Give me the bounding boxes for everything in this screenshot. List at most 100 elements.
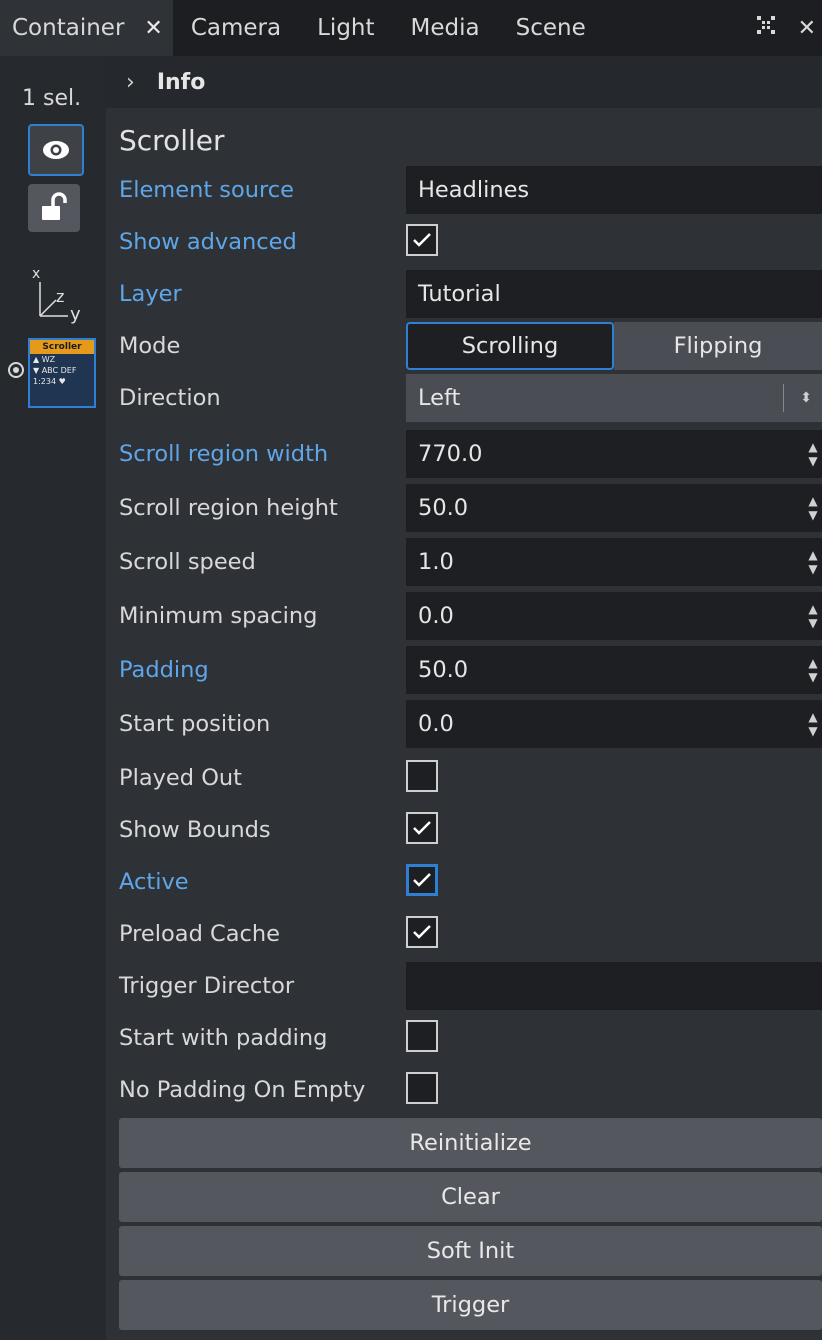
- thumbnail-line: 1:234 ♥: [33, 377, 66, 386]
- row-start-with-padding: Start with padding: [106, 1012, 822, 1064]
- row-played-out: Played Out: [106, 752, 822, 804]
- checkmark-icon: [413, 821, 431, 835]
- padding-label[interactable]: Padding: [119, 644, 209, 696]
- section-title: Scroller: [119, 124, 225, 157]
- left-toolbar: 1 sel. x z y Scroller ▲ WZ ▼ ABC DEF 1:2…: [0, 56, 106, 1340]
- show-bounds-label: Show Bounds: [119, 817, 271, 843]
- checkmark-icon: [413, 233, 431, 247]
- thumbnail-line: ▼ ABC DEF: [33, 366, 77, 375]
- tab-light[interactable]: Light: [299, 0, 392, 56]
- tab-spacer: [604, 0, 756, 56]
- tab-label: Scene: [515, 15, 586, 41]
- svg-text:x: x: [32, 266, 40, 282]
- svg-text:y: y: [70, 304, 81, 325]
- element-source-label[interactable]: Element source: [119, 164, 294, 216]
- tab-label: Container: [12, 15, 125, 41]
- row-scroll-region-height: Scroll region height 50.0 ▲ ▼: [106, 482, 822, 534]
- active-label[interactable]: Active: [119, 856, 189, 908]
- row-direction: Direction Left ⬍: [106, 372, 822, 424]
- mode-scrolling-button[interactable]: Scrolling: [406, 322, 614, 370]
- row-scroll-region-width: Scroll region width 770.0 ▲ ▼: [106, 428, 822, 480]
- spinner-icon[interactable]: ▲ ▼: [806, 490, 820, 526]
- row-show-advanced: Show advanced: [106, 216, 822, 268]
- close-icon[interactable]: ✕: [144, 16, 162, 41]
- scroll-region-height-input[interactable]: 50.0 ▲ ▼: [406, 484, 822, 532]
- lock-toggle[interactable]: [28, 184, 80, 232]
- preload-cache-label: Preload Cache: [119, 921, 280, 947]
- row-element-source: Element source Headlines: [106, 164, 822, 216]
- spinner-icon[interactable]: ▲ ▼: [806, 706, 820, 742]
- reinitialize-button[interactable]: Reinitialize: [119, 1118, 822, 1168]
- axis-gizmo-icon[interactable]: x z y: [30, 266, 92, 326]
- show-advanced-label[interactable]: Show advanced: [119, 216, 297, 268]
- tab-bar: Container ✕ Camera Light Media Scene ✕: [0, 0, 822, 56]
- tab-label: Camera: [190, 15, 282, 41]
- scroll-speed-label: Scroll speed: [119, 549, 256, 575]
- trigger-button[interactable]: Trigger: [119, 1280, 822, 1330]
- row-show-bounds: Show Bounds: [106, 804, 822, 856]
- scroll-region-width-label[interactable]: Scroll region width: [119, 428, 328, 480]
- row-start-position: Start position 0.0 ▲ ▼: [106, 698, 822, 750]
- properties-panel: › Info Scroller Element source Headlines…: [106, 56, 822, 1340]
- mode-flipping-button[interactable]: Flipping: [614, 322, 822, 370]
- thumbnail-line: ▲ WZ: [33, 355, 56, 364]
- padding-value: 50.0: [418, 657, 469, 683]
- soft-init-button[interactable]: Soft Init: [119, 1226, 822, 1276]
- tab-media[interactable]: Media: [393, 0, 498, 56]
- layer-field[interactable]: Tutorial: [406, 270, 822, 318]
- clear-button[interactable]: Clear: [119, 1172, 822, 1222]
- active-checkbox[interactable]: [406, 864, 438, 896]
- unlock-icon: [42, 192, 67, 220]
- row-padding: Padding 50.0 ▲ ▼: [106, 644, 822, 696]
- tab-camera[interactable]: Camera: [173, 0, 299, 56]
- played-out-label: Played Out: [119, 765, 242, 791]
- selection-count: 1 sel.: [22, 86, 82, 111]
- layer-label[interactable]: Layer: [119, 268, 182, 320]
- spinner-icon[interactable]: ▲ ▼: [806, 598, 820, 634]
- tab-label: Media: [410, 15, 480, 41]
- show-bounds-checkbox[interactable]: [406, 812, 438, 844]
- no-padding-on-empty-checkbox[interactable]: [406, 1072, 438, 1104]
- row-trigger-director: Trigger Director: [106, 960, 822, 1012]
- minimum-spacing-label: Minimum spacing: [119, 603, 318, 629]
- tab-scene[interactable]: Scene: [498, 0, 604, 56]
- checkmark-icon: [413, 873, 431, 887]
- element-source-field[interactable]: Headlines: [406, 166, 822, 214]
- info-label: Info: [156, 69, 206, 95]
- svg-text:z: z: [56, 287, 64, 306]
- tab-container[interactable]: Container ✕: [0, 0, 173, 56]
- dropdown-separator: [783, 384, 784, 412]
- padding-input[interactable]: 50.0 ▲ ▼: [406, 646, 822, 694]
- spinner-icon[interactable]: ▲ ▼: [806, 436, 820, 472]
- radio-icon[interactable]: [8, 362, 24, 378]
- spinner-icon[interactable]: ▲ ▼: [806, 652, 820, 688]
- no-padding-on-empty-label: No Padding On Empty: [119, 1077, 366, 1103]
- chevron-right-icon: ›: [126, 69, 135, 95]
- minimum-spacing-input[interactable]: 0.0 ▲ ▼: [406, 592, 822, 640]
- preload-cache-checkbox[interactable]: [406, 916, 438, 948]
- minimum-spacing-value: 0.0: [418, 603, 454, 629]
- spinner-icon[interactable]: ▲ ▼: [806, 544, 820, 580]
- scroll-region-width-value: 770.0: [418, 441, 483, 467]
- row-layer: Layer Tutorial: [106, 268, 822, 320]
- close-panel-icon[interactable]: ✕: [798, 16, 816, 41]
- row-mode: Mode Scrolling Flipping: [106, 320, 822, 372]
- row-no-padding-on-empty: No Padding On Empty: [106, 1064, 822, 1116]
- scroll-region-height-value: 50.0: [418, 495, 469, 521]
- direction-value: Left: [418, 385, 461, 411]
- scroller-plugin-thumbnail[interactable]: Scroller ▲ WZ ▼ ABC DEF 1:234 ♥: [28, 338, 96, 408]
- info-section-header[interactable]: › Info: [106, 56, 822, 108]
- scroll-speed-input[interactable]: 1.0 ▲ ▼: [406, 538, 822, 586]
- start-position-input[interactable]: 0.0 ▲ ▼: [406, 700, 822, 748]
- start-with-padding-checkbox[interactable]: [406, 1020, 438, 1052]
- played-out-checkbox[interactable]: [406, 760, 438, 792]
- scroll-region-width-input[interactable]: 770.0 ▲ ▼: [406, 430, 822, 478]
- visibility-toggle[interactable]: [28, 124, 84, 176]
- direction-select[interactable]: Left ⬍: [406, 374, 822, 422]
- start-position-value: 0.0: [418, 711, 454, 737]
- show-advanced-checkbox[interactable]: [406, 224, 438, 256]
- tab-label: Light: [317, 15, 375, 41]
- trigger-director-field[interactable]: [406, 962, 822, 1010]
- maximize-icon[interactable]: [756, 15, 776, 41]
- mode-segmented-control: Scrolling Flipping: [406, 322, 822, 370]
